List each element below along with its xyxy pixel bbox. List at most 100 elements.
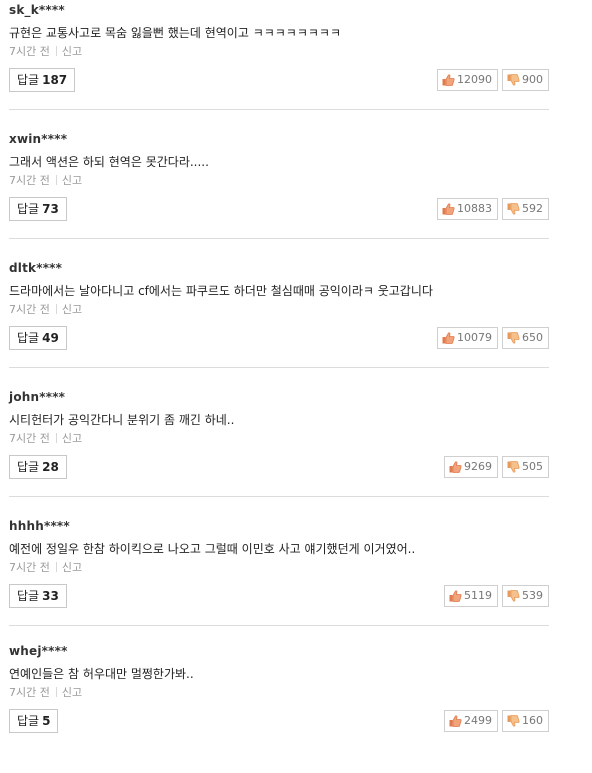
reply-button[interactable]: 답글 73 [9,197,67,221]
thumbs-up-icon [442,74,455,86]
dislike-button[interactable]: 900 [502,69,549,91]
meta-separator [55,175,57,185]
comment-time: 7시간 전 [9,174,50,187]
comment-time: 7시간 전 [9,561,50,574]
comment-time: 7시간 전 [9,686,50,699]
comment-item: john**** 시티헌터가 공익간다니 분위기 좀 깨긴 하네.. 7시간 전… [0,390,560,519]
comment-text: 예전에 정일우 한참 하이킥으로 나오고 그럴때 이민호 사고 얘기했던게 이거… [9,542,416,556]
like-count: 10883 [457,202,492,215]
comment-meta: 7시간 전 신고 [9,301,82,317]
meta-separator [55,433,57,443]
comment-time: 7시간 전 [9,303,50,316]
thumbs-up-icon [442,332,455,344]
dislike-button[interactable]: 539 [502,585,549,607]
comment-author: dltk**** [9,261,63,275]
thumbs-down-icon [507,715,520,727]
comment-author: xwin**** [9,132,68,146]
reply-label: 답글 [17,714,40,728]
comment-text: 그래서 액션은 하되 현역은 못간다라..... [9,155,209,169]
like-count: 10079 [457,331,492,344]
thumbs-down-icon [507,203,520,215]
report-link[interactable]: 신고 [62,432,82,445]
like-button[interactable]: 9269 [444,456,498,478]
meta-separator [55,687,57,697]
like-count: 2499 [464,714,492,727]
thumbs-down-icon [507,461,520,473]
thumbs-down-icon [507,590,520,602]
comment-divider [9,367,549,368]
comment-meta: 7시간 전 신고 [9,430,82,446]
vote-group: 2499 160 [444,710,549,732]
dislike-button[interactable]: 160 [502,710,549,732]
report-link[interactable]: 신고 [62,45,82,58]
reply-label: 답글 [17,331,40,345]
thumbs-up-icon [449,590,462,602]
reply-count: 33 [42,589,59,603]
comment-meta: 7시간 전 신고 [9,172,82,188]
like-count: 9269 [464,460,492,473]
comment-divider [9,109,549,110]
comment-author: whej**** [9,644,68,658]
comment-item: hhhh**** 예전에 정일우 한참 하이킥으로 나오고 그럴때 이민호 사고… [0,519,560,648]
comment-time: 7시간 전 [9,45,50,58]
thumbs-down-icon [507,332,520,344]
like-button[interactable]: 10079 [437,327,498,349]
like-button[interactable]: 5119 [444,585,498,607]
reply-count: 49 [42,331,59,345]
reply-label: 답글 [17,460,40,474]
comment-divider [9,238,549,239]
dislike-count: 592 [522,202,543,215]
reply-label: 답글 [17,73,40,87]
dislike-count: 160 [522,714,543,727]
reply-label: 답글 [17,589,40,603]
comment-text: 시티헌터가 공익간다니 분위기 좀 깨긴 하네.. [9,413,235,427]
dislike-count: 539 [522,589,543,602]
report-link[interactable]: 신고 [62,303,82,316]
reply-count: 5 [42,714,51,728]
vote-group: 9269 505 [444,456,549,478]
comment-item: xwin**** 그래서 액션은 하되 현역은 못간다라..... 7시간 전 신… [0,132,560,261]
report-link[interactable]: 신고 [62,174,82,187]
comment-time: 7시간 전 [9,432,50,445]
meta-separator [55,562,57,572]
reply-count: 73 [42,202,59,216]
vote-group: 12090 900 [437,69,549,91]
reply-button[interactable]: 답글 187 [9,68,76,92]
comment-item: sk_k**** 규현은 교통사고로 목숨 잃을뻔 했는데 현역이고 ㅋㅋㅋㅋㅋ… [0,3,560,132]
like-button[interactable]: 2499 [444,710,498,732]
dislike-count: 900 [522,73,543,86]
vote-group: 10883 592 [437,198,549,220]
like-button[interactable]: 10883 [437,198,498,220]
dislike-count: 505 [522,460,543,473]
reply-button[interactable]: 답글 33 [9,584,67,608]
comment-text: 연예인들은 참 허우대만 멀쩡한가봐.. [9,667,194,681]
vote-group: 5119 539 [444,585,549,607]
meta-separator [55,304,57,314]
dislike-count: 650 [522,331,543,344]
like-count: 5119 [464,589,492,602]
vote-group: 10079 650 [437,327,549,349]
comment-text: 규현은 교통사고로 목숨 잃을뻔 했는데 현역이고 ㅋㅋㅋㅋㅋㅋㅋㅋ [9,26,342,40]
reply-count: 28 [42,460,59,474]
like-button[interactable]: 12090 [437,69,498,91]
comment-divider [9,625,549,626]
comment-text: 드라마에서는 날아다니고 cf에서는 파쿠르도 하더만 철심때매 공익이라ㅋ 웃… [9,284,433,298]
comment-divider [9,496,549,497]
reply-button[interactable]: 답글 5 [9,709,59,733]
thumbs-up-icon [449,715,462,727]
comment-author: hhhh**** [9,519,70,533]
dislike-button[interactable]: 505 [502,456,549,478]
thumbs-down-icon [507,74,520,86]
reply-button[interactable]: 답글 49 [9,326,67,350]
dislike-button[interactable]: 592 [502,198,549,220]
report-link[interactable]: 신고 [62,686,82,699]
thumbs-up-icon [442,203,455,215]
meta-separator [55,46,57,56]
reply-label: 답글 [17,202,40,216]
reply-button[interactable]: 답글 28 [9,455,67,479]
comment-item: whej**** 연예인들은 참 허우대만 멀쩡한가봐.. 7시간 전 신고 답글… [0,644,560,773]
report-link[interactable]: 신고 [62,561,82,574]
comment-meta: 7시간 전 신고 [9,684,82,700]
dislike-button[interactable]: 650 [502,327,549,349]
reply-count: 187 [42,73,68,87]
